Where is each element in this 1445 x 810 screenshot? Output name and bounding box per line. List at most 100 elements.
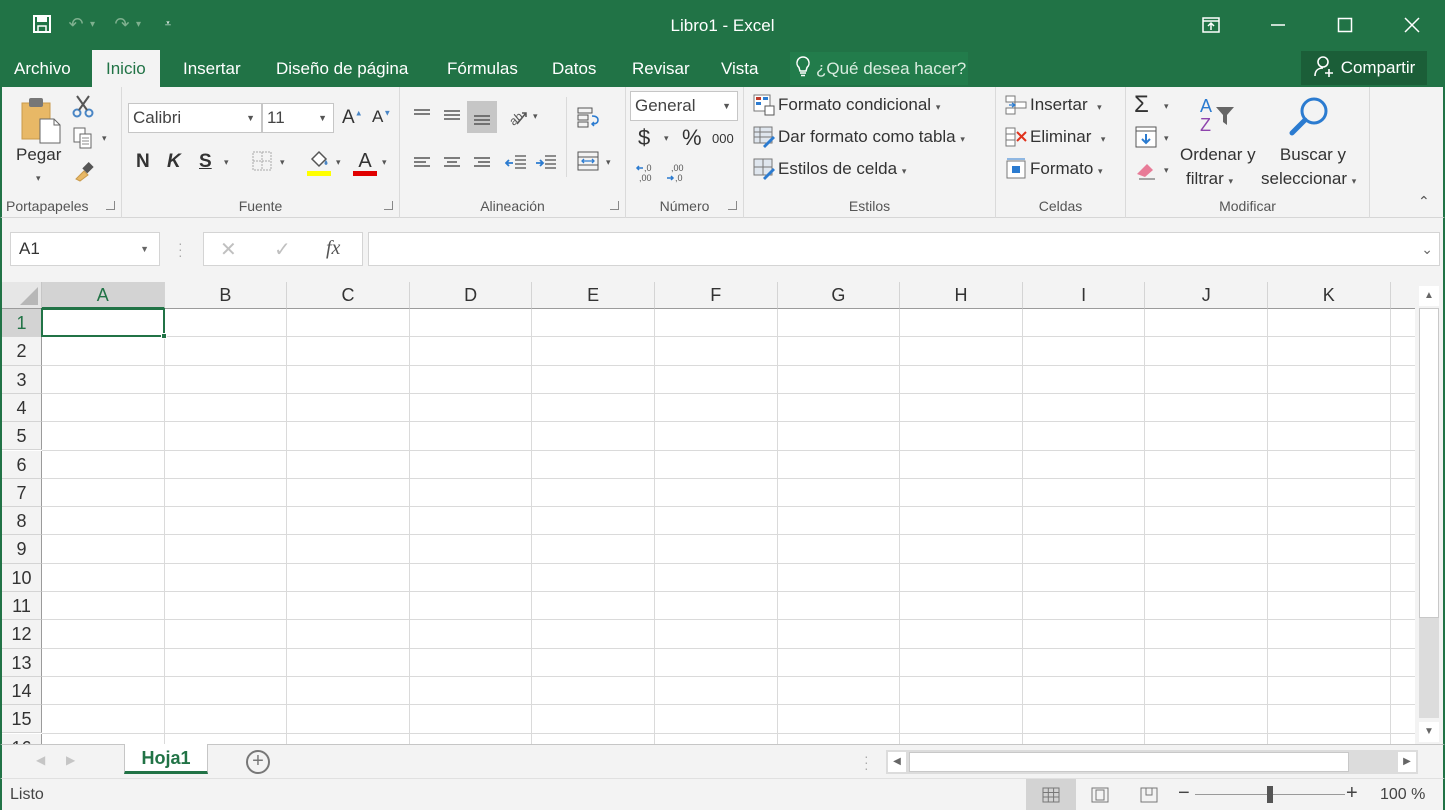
row-header-14[interactable]: 14: [2, 676, 42, 706]
vertical-scrollbar[interactable]: ▲ ▼: [1415, 282, 1443, 744]
decrease-font-size-icon[interactable]: A▼: [372, 107, 391, 127]
cancel-icon[interactable]: ✕: [220, 237, 237, 262]
tab-revisar[interactable]: Revisar: [618, 50, 704, 87]
column-header-h[interactable]: H: [900, 282, 1023, 309]
formula-bar-resize-handle[interactable]: · · ·: [178, 236, 183, 262]
paste-dropdown-icon[interactable]: ▾: [36, 173, 41, 184]
underline-button[interactable]: S: [199, 151, 212, 173]
insert-cells-icon[interactable]: [1004, 93, 1028, 117]
paste-button[interactable]: Pegar: [16, 145, 61, 165]
normal-view-icon[interactable]: [1026, 779, 1076, 810]
zoom-slider-thumb[interactable]: [1267, 786, 1273, 803]
row-header-2[interactable]: 2: [2, 337, 42, 366]
zoom-in-icon[interactable]: +: [1346, 782, 1358, 805]
column-header-c[interactable]: C: [287, 282, 410, 309]
decrease-decimal-icon[interactable]: ,00,0: [664, 161, 688, 185]
font-size-combo[interactable]: 11 ▼: [262, 103, 334, 133]
align-center-icon[interactable]: [438, 149, 466, 177]
enter-icon[interactable]: ✓: [274, 237, 291, 262]
increase-decimal-icon[interactable]: ,0,00: [634, 161, 658, 185]
tab-insertar[interactable]: Insertar: [169, 50, 255, 87]
format-as-table-button[interactable]: Dar formato como tabla ▾: [778, 127, 965, 147]
scroll-down-icon[interactable]: ▼: [1419, 722, 1439, 742]
font-name-combo[interactable]: Calibri ▼: [128, 103, 262, 133]
copy-dropdown-icon[interactable]: ▾: [102, 133, 107, 144]
find-select-icon[interactable]: [1286, 93, 1332, 139]
tab-inicio[interactable]: Inicio: [92, 50, 160, 87]
conditional-format-button[interactable]: Formato condicional ▾: [778, 95, 940, 115]
zoom-out-icon[interactable]: −: [1178, 782, 1190, 805]
format-as-table-icon[interactable]: [752, 125, 776, 149]
fill-color-dropdown-icon[interactable]: ▾: [336, 157, 341, 168]
align-middle-icon[interactable]: [438, 101, 466, 129]
tab-diseno-de-pagina[interactable]: Diseño de página: [262, 50, 422, 87]
scroll-right-icon[interactable]: ▶: [1398, 752, 1416, 772]
alignment-launcher-icon[interactable]: [610, 201, 619, 210]
autosum-icon[interactable]: Σ: [1134, 91, 1149, 119]
percent-button[interactable]: %: [682, 125, 702, 151]
row-header-1[interactable]: 1: [2, 309, 42, 338]
sort-filter-icon[interactable]: AZ: [1194, 93, 1238, 137]
next-sheet-icon[interactable]: ▶: [66, 753, 75, 767]
borders-dropdown-icon[interactable]: ▾: [280, 157, 285, 168]
conditional-format-icon[interactable]: [752, 93, 776, 117]
fill-handle[interactable]: [160, 333, 167, 340]
name-box[interactable]: A1 ▼: [10, 232, 160, 266]
add-sheet-icon[interactable]: +: [246, 750, 270, 774]
row-header-5[interactable]: 5: [2, 422, 42, 451]
align-left-icon[interactable]: [408, 149, 436, 177]
insert-function-icon[interactable]: fx: [326, 237, 340, 260]
tab-split-handle[interactable]: · · ·: [864, 749, 869, 775]
zoom-level[interactable]: 100 %: [1380, 786, 1425, 804]
align-top-icon[interactable]: [408, 101, 436, 129]
insert-cells-button[interactable]: Insertar ▾: [1030, 95, 1102, 115]
clear-icon[interactable]: [1134, 157, 1158, 181]
number-launcher-icon[interactable]: [728, 201, 737, 210]
orientation-dropdown-icon[interactable]: ▾: [533, 111, 538, 122]
scroll-up-icon[interactable]: ▲: [1419, 286, 1439, 306]
collapse-ribbon-icon[interactable]: ⌃: [1418, 193, 1430, 210]
delete-cells-button[interactable]: Eliminar ▾: [1030, 127, 1105, 147]
column-header-e[interactable]: E: [532, 282, 655, 309]
column-header-d[interactable]: D: [409, 282, 533, 309]
row-header-9[interactable]: 9: [2, 535, 42, 564]
autosum-dropdown-icon[interactable]: ▾: [1164, 101, 1169, 112]
previous-sheet-icon[interactable]: ◀: [36, 753, 45, 767]
row-header-12[interactable]: 12: [2, 620, 42, 649]
row-header-6[interactable]: 6: [2, 450, 42, 479]
find-select-button[interactable]: seleccionar ▾: [1261, 169, 1356, 189]
ribbon-display-options-icon[interactable]: [1177, 0, 1244, 50]
expand-formula-bar-icon[interactable]: ⌄: [1421, 241, 1433, 258]
row-header-3[interactable]: 3: [2, 365, 42, 394]
page-layout-view-icon[interactable]: [1075, 779, 1125, 810]
clipboard-launcher-icon[interactable]: [106, 201, 115, 210]
cell-styles-icon[interactable]: [752, 157, 776, 181]
copy-icon[interactable]: [70, 125, 96, 151]
row-header-15[interactable]: 15: [2, 705, 42, 734]
find-select-label-1[interactable]: Buscar y: [1276, 145, 1350, 165]
orientation-icon[interactable]: ab: [504, 103, 530, 129]
active-cell[interactable]: [41, 308, 165, 338]
sheet-tab-hoja1[interactable]: Hoja1: [124, 744, 208, 774]
formula-input[interactable]: ⌄: [368, 232, 1440, 266]
column-header-j[interactable]: J: [1145, 282, 1268, 309]
bold-button[interactable]: N: [136, 151, 150, 173]
share-button[interactable]: Compartir: [1301, 51, 1427, 85]
font-color-icon[interactable]: A: [352, 147, 378, 177]
currency-dropdown-icon[interactable]: ▾: [664, 133, 669, 144]
horizontal-scroll-thumb[interactable]: [909, 752, 1349, 772]
font-color-dropdown-icon[interactable]: ▾: [382, 157, 387, 168]
page-break-view-icon[interactable]: [1124, 779, 1174, 810]
wrap-text-icon[interactable]: [574, 103, 602, 131]
increase-font-size-icon[interactable]: A▲: [342, 107, 363, 129]
close-icon[interactable]: [1378, 0, 1445, 50]
underline-dropdown-icon[interactable]: ▾: [224, 157, 229, 168]
row-header-8[interactable]: 8: [2, 507, 42, 536]
currency-button[interactable]: $: [638, 125, 650, 151]
tab-archivo[interactable]: Archivo: [0, 50, 85, 87]
italic-button[interactable]: K: [167, 151, 181, 173]
tab-datos[interactable]: Datos: [538, 50, 610, 87]
column-header-b[interactable]: B: [164, 282, 288, 309]
merge-dropdown-icon[interactable]: ▾: [606, 157, 611, 168]
tab-vista[interactable]: Vista: [707, 50, 773, 87]
